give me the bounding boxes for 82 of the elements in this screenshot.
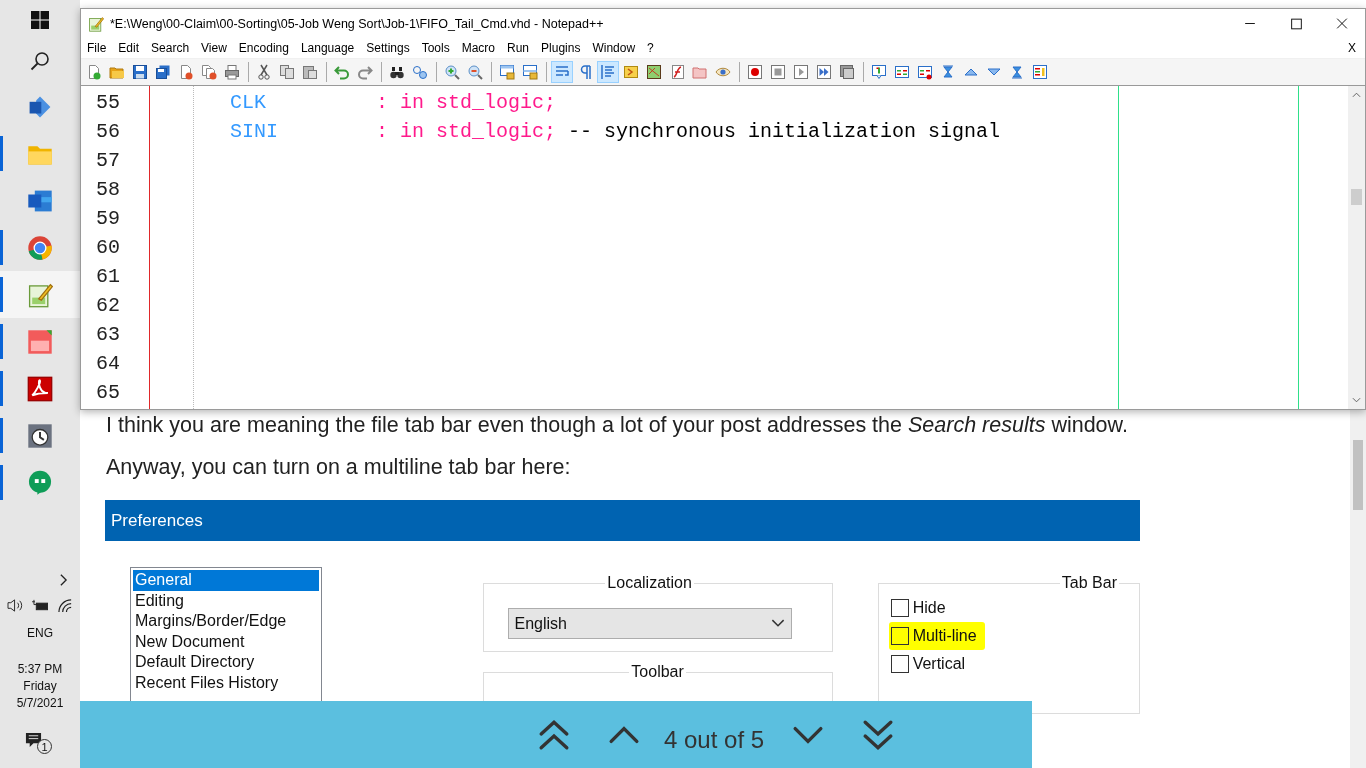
clock-day: Friday <box>23 678 57 695</box>
menu-item[interactable]: ? <box>647 41 654 55</box>
menu-item[interactable]: Plugins <box>541 41 581 55</box>
menu-item[interactable]: Search <box>151 41 190 55</box>
close-document-button[interactable]: X <box>1348 41 1356 55</box>
scrollbar[interactable] <box>1348 86 1365 409</box>
scroll-thumb[interactable] <box>1353 440 1363 510</box>
menu-item[interactable]: Run <box>507 41 530 55</box>
checkbox-label[interactable]: Vertical <box>912 655 966 673</box>
category-item[interactable]: General <box>133 570 319 591</box>
windows-icon[interactable] <box>31 11 49 29</box>
language-indicator[interactable]: ENG <box>27 626 53 640</box>
notification-badge: 1 <box>37 739 52 754</box>
swirl-icon[interactable] <box>27 375 53 402</box>
line-number: 58 <box>95 177 121 203</box>
line-number: 59 <box>95 206 121 232</box>
clock-time: 5:37 PM <box>17 661 63 678</box>
speech-bubble-icon[interactable] <box>27 469 53 496</box>
scroll-down-icon[interactable] <box>1352 397 1361 403</box>
chevron-icon[interactable] <box>59 573 68 587</box>
ring-icon[interactable] <box>27 234 53 261</box>
code-token: -- synchronous initialization signal <box>568 119 1001 145</box>
menu-item[interactable]: Macro <box>461 41 495 55</box>
checkbox[interactable] <box>890 599 909 617</box>
line-number: 57 <box>95 148 121 174</box>
line-number: 60 <box>95 235 121 261</box>
double-chevron-up-icon[interactable] <box>538 718 570 751</box>
line-number: 62 <box>95 293 121 319</box>
word-wrap-icon[interactable] <box>551 61 573 83</box>
clock-date: 5/7/2021 <box>16 695 64 712</box>
checkbox-label[interactable]: Hide <box>912 599 946 617</box>
code-token: SINI <box>230 119 279 145</box>
line-number: 55 <box>95 90 121 116</box>
scrollbar[interactable] <box>1350 410 1366 768</box>
scroll-thumb[interactable] <box>1351 189 1362 205</box>
menu-item[interactable]: Language <box>300 41 355 55</box>
code-token: : <box>376 90 388 116</box>
notepad-icon[interactable] <box>27 281 53 308</box>
code-token: CLK <box>230 90 267 116</box>
line-number: 63 <box>95 322 121 348</box>
clock-icon[interactable] <box>27 422 53 449</box>
category-item[interactable]: New Document <box>133 631 319 652</box>
line-number: 64 <box>95 351 121 377</box>
page-position: 4 out of 5 <box>664 725 765 754</box>
scroll-up-icon[interactable] <box>1352 92 1361 98</box>
code-token: in std_logic; <box>400 90 557 116</box>
category-item[interactable]: Editing <box>133 590 319 611</box>
line-number: 56 <box>95 119 121 145</box>
caret-icon <box>770 619 785 628</box>
menu-item[interactable]: View <box>201 41 227 55</box>
category-item[interactable]: Recent Files History <box>133 672 319 693</box>
line-number: 65 <box>95 380 121 406</box>
menu-item[interactable]: Encoding <box>238 41 289 55</box>
menu-item[interactable]: Settings <box>366 41 410 55</box>
battery-icon[interactable] <box>31 598 49 613</box>
line-number: 61 <box>95 264 121 290</box>
dialog-title: Preferences <box>111 510 203 531</box>
category-item[interactable]: Default Directory <box>133 652 319 673</box>
paragraph: I think you are meaning the file tab bar even though a lot of your post addresses the Search results window. <box>106 412 1129 439</box>
paragraph: Anyway, you can turn on a multiline tab bar here: <box>106 454 572 481</box>
speaker-icon[interactable] <box>6 598 24 613</box>
notification-icon[interactable] <box>25 732 42 749</box>
page-icon[interactable] <box>27 328 53 355</box>
double-chevron-down-icon[interactable] <box>862 718 895 751</box>
notepad-icon <box>88 15 104 32</box>
search-icon[interactable] <box>30 51 50 71</box>
window-title: *E:\Weng\00-Claim\00-Sorting\05-Job Weng Sort\Job-1\FIFO_Tail_Cmd.vhd - Notepad++ <box>110 16 605 31</box>
group-label: Localization <box>606 574 693 592</box>
menu-item[interactable]: File <box>87 41 107 55</box>
group-label: Tab Bar <box>1060 574 1118 592</box>
indent-guide-icon[interactable] <box>597 61 619 83</box>
checkbox[interactable] <box>890 655 909 673</box>
wifi-icon[interactable] <box>56 598 74 613</box>
code-token: in std_logic; <box>400 119 557 145</box>
language-dropdown[interactable]: English <box>507 608 792 639</box>
category-item[interactable]: Margins/Border/Edge <box>133 611 319 632</box>
code-token: : <box>376 119 388 145</box>
menu-item[interactable]: Edit <box>118 41 140 55</box>
group-label: Toolbar <box>630 663 685 681</box>
menu-item[interactable]: Tools <box>421 41 450 55</box>
checkbox[interactable] <box>890 627 909 645</box>
menu-item[interactable]: Window <box>592 41 636 55</box>
